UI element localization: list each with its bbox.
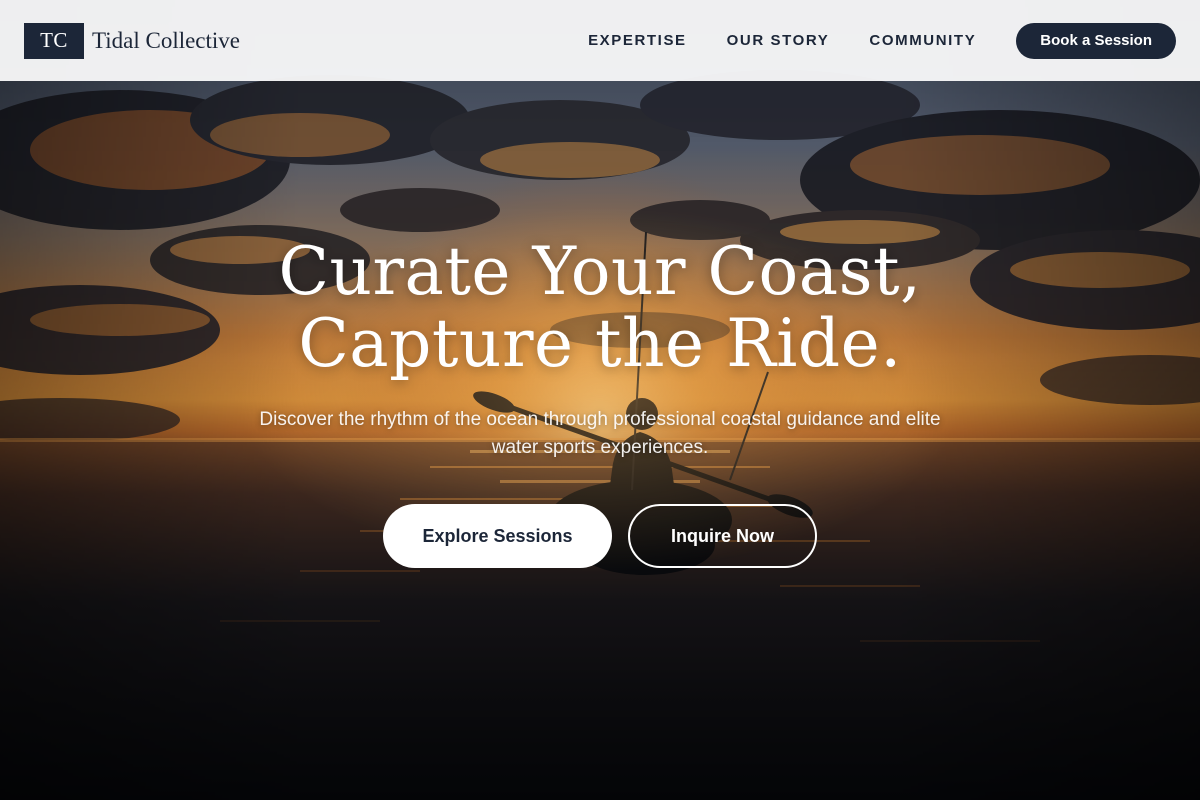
main-nav: EXPERTISE OUR STORY COMMUNITY Book a Ses…: [588, 22, 1176, 59]
brand-name[interactable]: Tidal Collective: [92, 28, 240, 54]
hero-actions: Explore Sessions Inquire Now: [383, 504, 817, 568]
hero-subtitle: Discover the rhythm of the ocean through…: [259, 409, 941, 458]
hero-title-line-2: Capture the Ride.: [298, 305, 902, 382]
brand-monogram[interactable]: TC: [24, 22, 84, 59]
brand-logo[interactable]: TC Tidal Collective: [24, 22, 240, 59]
site-header: TC Tidal Collective EXPERTISE OUR STORY …: [0, 0, 1200, 81]
explore-sessions-button[interactable]: Explore Sessions: [383, 504, 612, 568]
hero-section: Curate Your Coast, Capture the Ride. Dis…: [0, 236, 1200, 568]
hero-title: Curate Your Coast, Capture the Ride.: [278, 236, 921, 380]
nav-link-our-story[interactable]: OUR STORY: [727, 32, 830, 49]
nav-link-expertise[interactable]: EXPERTISE: [588, 32, 687, 49]
nav-link-community[interactable]: COMMUNITY: [869, 32, 976, 49]
book-session-button[interactable]: Book a Session: [1016, 22, 1176, 59]
inquire-now-button[interactable]: Inquire Now: [628, 504, 817, 568]
hero-title-line-1: Curate Your Coast,: [278, 233, 922, 310]
